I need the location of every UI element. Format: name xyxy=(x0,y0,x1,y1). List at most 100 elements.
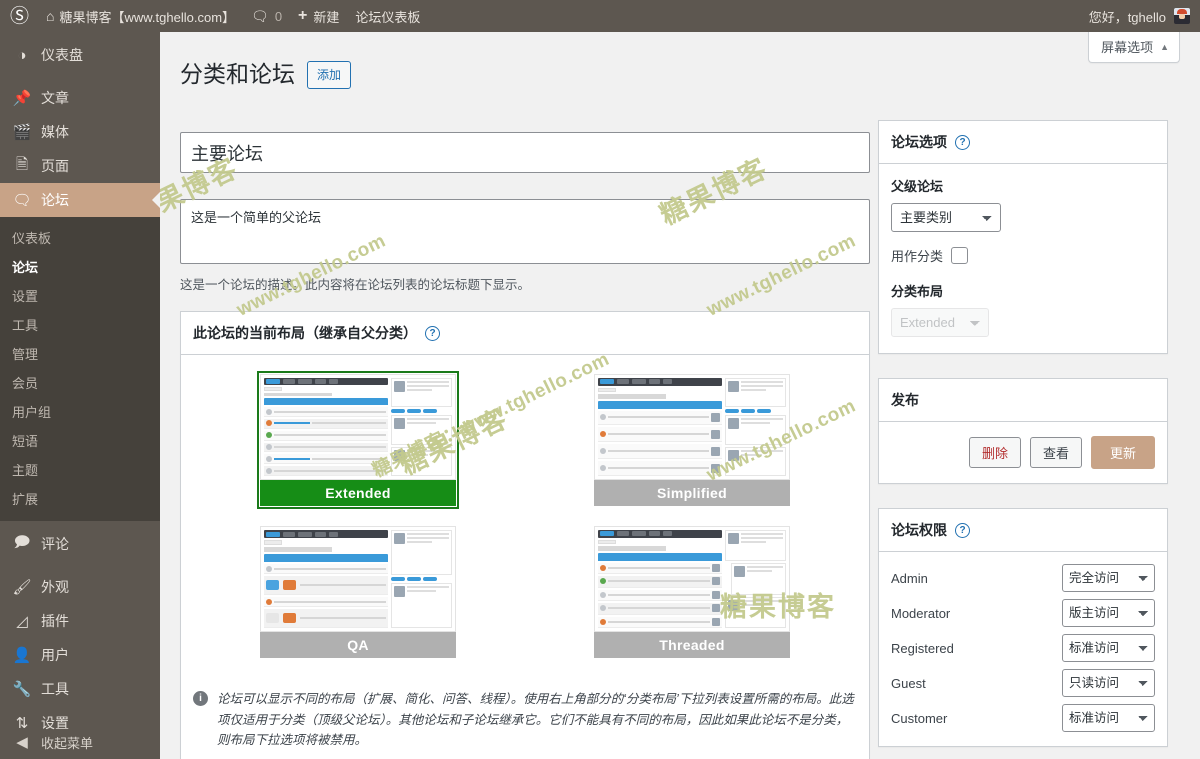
sidebar-item-comments[interactable]: 🗩 评论 xyxy=(0,527,160,561)
screen-options-wrap: 屏幕选项 ▲ xyxy=(1088,32,1180,63)
admin-bar-right: 您好，tghello xyxy=(1081,0,1200,32)
site-name-label: 糖果博客【www.tghello.com】 xyxy=(59,9,236,25)
sidebar-item-plugins[interactable]: ◿ 插件 xyxy=(0,604,160,638)
submenu-label: 仪表板 xyxy=(12,231,52,246)
sidebar-item-dashboard[interactable]: ◑ 仪表盘 xyxy=(0,38,160,72)
forums-submenu: 仪表板 论坛 设置 工具 管理 会员 用户组 短语 主题 扩展 xyxy=(0,217,160,521)
permission-row-admin: Admin 完全访问 xyxy=(891,564,1155,592)
publish-body: 删除 查看 更新 xyxy=(879,422,1167,483)
submenu-label: 主题 xyxy=(12,463,39,478)
submenu-item-dashboard[interactable]: 仪表板 xyxy=(0,223,160,252)
layout-thumbnail-threaded xyxy=(594,526,790,632)
submenu-item-extensions[interactable]: 扩展 xyxy=(0,484,160,513)
layout-options-grid: Extended Simplified QA Threaded xyxy=(181,355,869,677)
sidebar-item-pages[interactable]: 🗎 页面 xyxy=(0,149,160,183)
help-circle-icon[interactable]: ? xyxy=(425,325,440,341)
update-button[interactable]: 更新 xyxy=(1090,436,1155,469)
page-icon: 🗎 xyxy=(15,155,29,173)
permission-select-admin[interactable]: 完全访问 xyxy=(1062,564,1155,592)
chevron-up-icon: ▲ xyxy=(1160,41,1169,52)
sidebar-item-label: 工具 xyxy=(41,681,69,697)
forum-title-input[interactable] xyxy=(180,132,870,173)
appearance-brush-icon: 🖌 xyxy=(12,579,32,596)
layout-option-extended[interactable]: Extended xyxy=(257,371,459,509)
help-circle-icon[interactable]: ? xyxy=(955,522,970,538)
sidebar-item-forums[interactable]: 🗨 论坛 xyxy=(0,183,160,217)
sidebar-item-media[interactable]: 🎬 媒体 xyxy=(0,115,160,149)
permission-role-label: Admin xyxy=(891,570,928,586)
publish-panel: 发布 删除 查看 更新 xyxy=(878,378,1168,484)
menu-separator xyxy=(0,561,160,570)
view-button[interactable]: 查看 xyxy=(1029,437,1082,468)
forum-description-textarea[interactable] xyxy=(180,199,870,264)
admin-sidebar-menu: ◑ 仪表盘 📌 文章 🎬 媒体 🗎 页面 🗨 论坛 仪表板 论坛 设置 工具 管… xyxy=(0,32,160,759)
permission-select-moderator[interactable]: 版主访问 xyxy=(1062,599,1155,627)
pin-icon: 📌 xyxy=(12,90,32,107)
permission-role-label: Registered xyxy=(891,640,954,656)
admin-bar: Ⓢ ⌂ 糖果博客【www.tghello.com】 🗨 0 + 新建 论坛仪表板… xyxy=(0,0,1200,32)
admin-page: Ⓢ ⌂ 糖果博客【www.tghello.com】 🗨 0 + 新建 论坛仪表板… xyxy=(0,0,1200,759)
sidebar-item-appearance[interactable]: 🖌 外观 xyxy=(0,570,160,604)
dashboard-icon: ◑ xyxy=(17,46,27,64)
comment-count: 0 xyxy=(274,8,283,24)
category-layout-label: 分类布局 xyxy=(891,284,944,299)
parent-forum-select[interactable]: 主要类别 xyxy=(891,203,1001,232)
publish-heading-label: 发布 xyxy=(891,392,919,408)
plus-icon: + xyxy=(298,7,308,24)
layout-label-extended: Extended xyxy=(260,480,456,506)
layout-option-threaded[interactable]: Threaded xyxy=(591,523,793,661)
permission-select-registered[interactable]: 标准访问 xyxy=(1062,634,1155,662)
sidebar-item-label: 评论 xyxy=(41,536,69,552)
category-layout-select[interactable]: Extended xyxy=(891,308,989,337)
layout-option-simplified[interactable]: Simplified xyxy=(591,371,793,509)
submenu-item-manage[interactable]: 管理 xyxy=(0,339,160,368)
submenu-item-usergroups[interactable]: 用户组 xyxy=(0,397,160,426)
new-content-menu[interactable]: + 新建 xyxy=(290,0,347,32)
permission-row-moderator: Moderator 版主访问 xyxy=(891,599,1155,627)
use-as-category-checkbox[interactable] xyxy=(951,247,969,264)
add-button[interactable]: 添加 xyxy=(307,60,352,90)
submenu-item-settings[interactable]: 设置 xyxy=(0,281,160,310)
layout-option-qa[interactable]: QA xyxy=(257,523,459,661)
layout-thumbnail-simplified xyxy=(594,374,790,480)
sidebar-item-users[interactable]: 👤 用户 xyxy=(0,638,160,672)
layout-panel-heading: 此论坛的当前布局（继承自父分类） ? xyxy=(181,312,869,355)
comments-menu[interactable]: 🗨 0 xyxy=(243,0,290,32)
tools-wrench-icon: 🔧 xyxy=(12,681,32,698)
submenu-item-themes[interactable]: 主题 xyxy=(0,455,160,484)
users-icon: 👤 xyxy=(12,647,32,664)
permission-row-registered: Registered 标准访问 xyxy=(891,634,1155,662)
layout-label-qa: QA xyxy=(260,632,456,658)
media-icon: 🎬 xyxy=(12,124,32,141)
forum-dashboard-menu[interactable]: 论坛仪表板 xyxy=(347,0,428,32)
forum-options-body: 父级论坛 主要类别 用作分类 分类布局 Extended xyxy=(879,164,1167,353)
wordpress-logo-icon[interactable]: Ⓢ xyxy=(0,0,38,32)
layout-label-threaded: Threaded xyxy=(594,632,790,658)
content-area: 屏幕选项 ▲ 分类和论坛 添加 这是一个论坛的描述。此内容将在论坛列表的论坛标题… xyxy=(160,32,1200,759)
sidebar-item-label: 页面 xyxy=(41,158,69,174)
permissions-heading-label: 论坛权限 xyxy=(891,522,947,538)
account-menu[interactable]: 您好，tghello xyxy=(1081,0,1190,32)
permission-select-guest[interactable]: 只读访问 xyxy=(1062,669,1155,697)
sidebar-item-tools[interactable]: 🔧 工具 xyxy=(0,672,160,706)
submenu-item-tools[interactable]: 工具 xyxy=(0,310,160,339)
site-name-menu[interactable]: ⌂ 糖果博客【www.tghello.com】 xyxy=(38,0,243,32)
layout-note-text: 论坛可以显示不同的布局（扩展、简化、问答、线程）。使用右上角部分的‘分类布局’下… xyxy=(217,692,854,748)
sidebar-item-label: 插件 xyxy=(41,613,69,629)
submenu-item-members[interactable]: 会员 xyxy=(0,368,160,397)
submenu-label: 短语 xyxy=(12,434,39,449)
main-column: 这是一个论坛的描述。此内容将在论坛列表的论坛标题下显示。 此论坛的当前布局（继承… xyxy=(180,132,870,759)
submenu-label: 用户组 xyxy=(12,405,52,420)
submenu-item-forums[interactable]: 论坛 xyxy=(0,252,160,281)
screen-options-button[interactable]: 屏幕选项 ▲ xyxy=(1088,32,1180,63)
submenu-item-phrases[interactable]: 短语 xyxy=(0,426,160,455)
permission-select-customer[interactable]: 标准访问 xyxy=(1062,704,1155,732)
forum-permissions-panel: 论坛权限 ? Admin 完全访问 Moderator 版主访问 Registe… xyxy=(878,508,1168,747)
sidebar-item-label: 仪表盘 xyxy=(41,47,83,63)
help-circle-icon[interactable]: ? xyxy=(955,134,970,150)
forum-options-panel: 论坛选项 ? 父级论坛 主要类别 用作分类 分类布局 Extended xyxy=(878,120,1168,354)
sidebar-item-posts[interactable]: 📌 文章 xyxy=(0,81,160,115)
collapse-menu-button[interactable]: ◀ 收起菜单 xyxy=(0,725,160,759)
delete-button[interactable]: 删除 xyxy=(968,437,1021,468)
greeting-label: 您好，tghello xyxy=(1088,9,1166,25)
